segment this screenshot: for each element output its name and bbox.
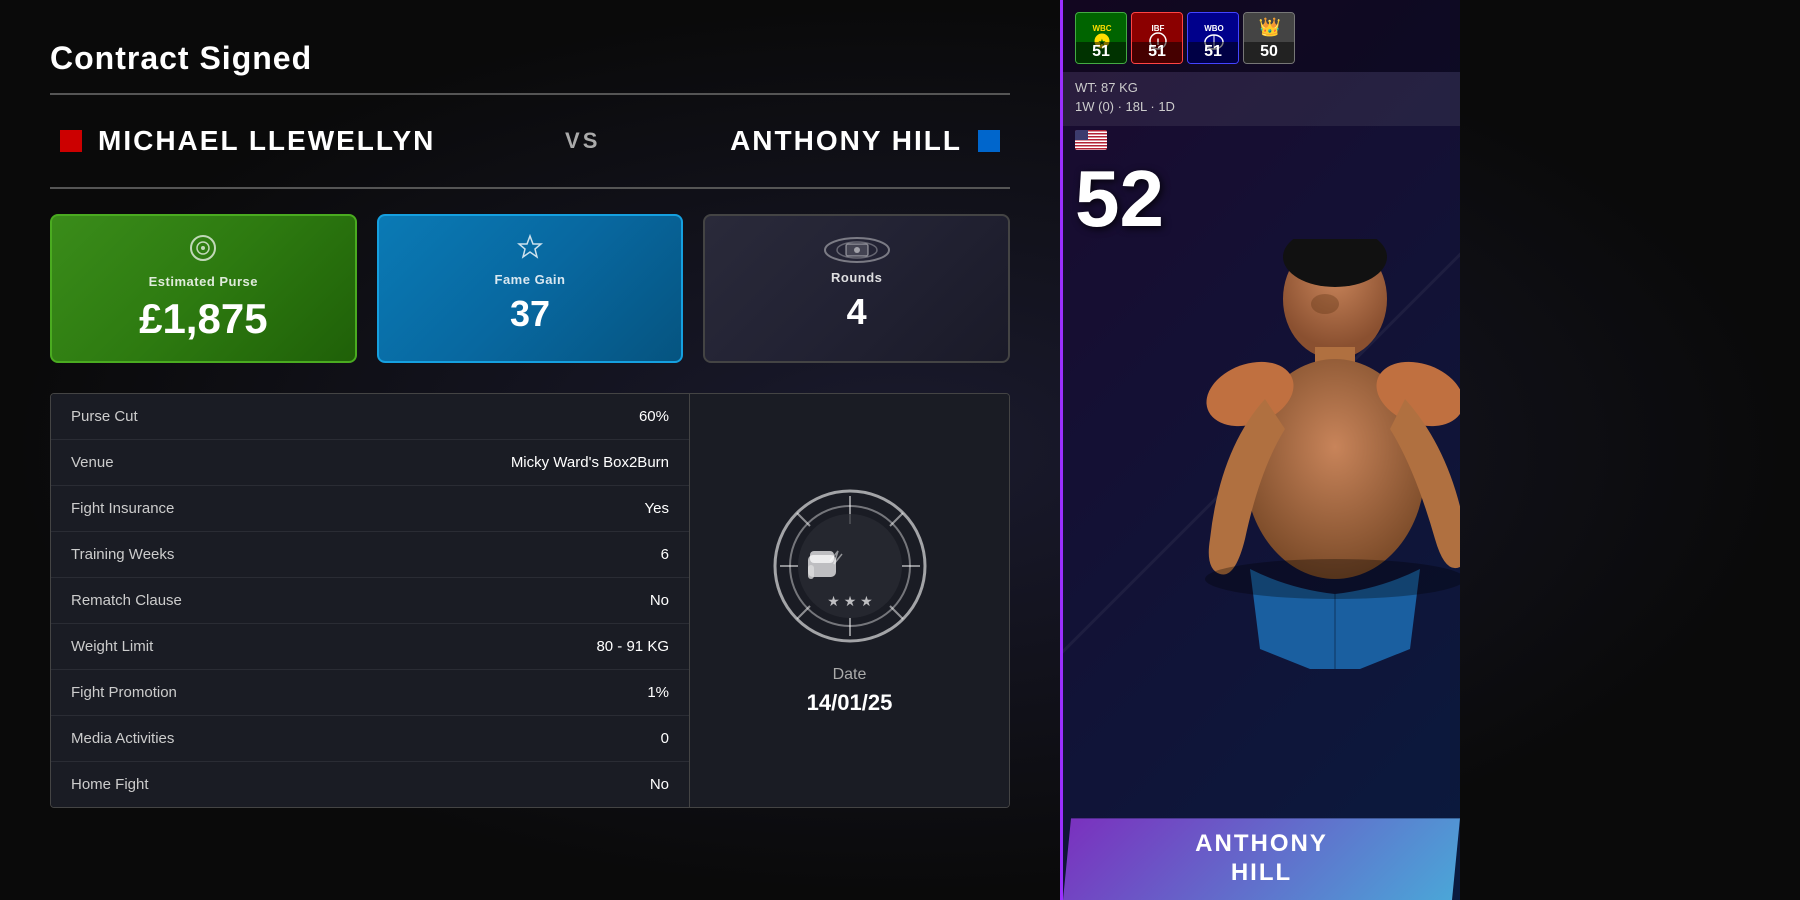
detail-row-media: Media Activities 0	[51, 716, 689, 762]
detail-label-training: Training Weeks	[71, 546, 174, 563]
card-badges: WBC ★ 51 IBF I 51	[1063, 0, 1460, 72]
rounds-label: Rounds	[725, 270, 988, 285]
detail-label-promotion: Fight Promotion	[71, 684, 177, 701]
detail-label-weight: Weight Limit	[71, 638, 153, 655]
purse-card: Estimated Purse £1,875	[50, 214, 357, 363]
page-title: Contract Signed	[50, 40, 1010, 77]
detail-row-insurance: Fight Insurance Yes	[51, 486, 689, 532]
details-table: Purse Cut 60% Venue Micky Ward's Box2Bur…	[51, 394, 689, 807]
fame-icon	[399, 234, 662, 266]
detail-value-weight: 80 - 91 KG	[596, 638, 669, 655]
fighter-name-banner: ANTHONY HILL	[1063, 818, 1460, 900]
detail-value-venue: Micky Ward's Box2Burn	[511, 454, 669, 471]
badge-ibf-number: 51	[1132, 42, 1182, 63]
badge-wbo: WBO 51	[1187, 12, 1239, 64]
detail-row-rematch: Rematch Clause No	[51, 578, 689, 624]
detail-label-rematch: Rematch Clause	[71, 592, 182, 609]
svg-text:WBC: WBC	[1092, 24, 1111, 33]
left-content: Contract Signed MICHAEL LLEWELLYN VS ANT…	[0, 0, 1060, 900]
red-corner-indicator	[60, 130, 82, 152]
svg-text:👑: 👑	[1259, 17, 1281, 37]
fighter1-name: MICHAEL LLEWELLYN	[98, 125, 435, 157]
fame-card: Fame Gain 37	[377, 214, 684, 363]
badge-ibf: IBF I 51	[1131, 12, 1183, 64]
fight-info-panel: ★ ★ ★ Date 14/01/25	[689, 394, 1009, 807]
badge-special: 👑 50	[1243, 12, 1295, 64]
detail-row-home: Home Fight No	[51, 762, 689, 807]
detail-value-insurance: Yes	[645, 500, 669, 517]
detail-label-insurance: Fight Insurance	[71, 500, 174, 517]
fighter1-indicator: MICHAEL LLEWELLYN	[60, 125, 435, 157]
fighter2-name: ANTHONY HILL	[730, 125, 962, 157]
fight-date-label: Date	[833, 666, 867, 684]
badge-wbo-number: 51	[1188, 42, 1238, 63]
svg-text:★ ★ ★: ★ ★ ★	[827, 593, 872, 609]
detail-value-rematch: No	[650, 592, 669, 609]
us-flag	[1075, 130, 1107, 150]
detail-label-venue: Venue	[71, 454, 114, 471]
main-container: Contract Signed MICHAEL LLEWELLYN VS ANT…	[0, 0, 1800, 900]
blue-corner-indicator	[978, 130, 1000, 152]
fighter-card-name: ANTHONY HILL	[1079, 830, 1444, 888]
fighter-silhouette	[1140, 239, 1460, 729]
purse-label: Estimated Purse	[72, 274, 335, 289]
detail-row-training: Training Weeks 6	[51, 532, 689, 578]
fighter2-indicator: ANTHONY HILL	[730, 125, 1000, 157]
detail-value-purse-cut: 60%	[639, 408, 669, 425]
badge-wbc-number: 51	[1076, 42, 1126, 63]
detail-row-purse-cut: Purse Cut 60%	[51, 394, 689, 440]
detail-row-weight: Weight Limit 80 - 91 KG	[51, 624, 689, 670]
fighter-card: WBC ★ 51 IBF I 51	[1060, 0, 1460, 900]
detail-value-home: No	[650, 776, 669, 793]
fame-label: Fame Gain	[399, 272, 662, 287]
fight-date-value: 14/01/25	[807, 690, 893, 716]
detail-row-venue: Venue Micky Ward's Box2Burn	[51, 440, 689, 486]
purse-value: £1,875	[72, 295, 335, 343]
svg-text:WBO: WBO	[1204, 24, 1224, 33]
detail-label-media: Media Activities	[71, 730, 174, 747]
detail-row-promotion: Fight Promotion 1%	[51, 670, 689, 716]
svg-text:IBF: IBF	[1152, 24, 1165, 33]
card-weight: WT: 87 KG	[1075, 80, 1448, 95]
badge-special-number: 50	[1244, 42, 1294, 63]
purse-icon	[72, 234, 335, 268]
card-stats-panel: WT: 87 KG 1W (0) · 18L · 1D	[1063, 72, 1460, 126]
detail-label-home: Home Fight	[71, 776, 149, 793]
fighter-image-area: ANTHONY HILL	[1063, 239, 1460, 900]
title-divider	[50, 93, 1010, 95]
card-record: 1W (0) · 18L · 1D	[1075, 99, 1448, 114]
details-section: Purse Cut 60% Venue Micky Ward's Box2Bur…	[50, 393, 1010, 808]
card-inner: WBC ★ 51 IBF I 51	[1063, 0, 1460, 900]
detail-value-training: 6	[661, 546, 669, 563]
rounds-belt-icon	[725, 234, 988, 266]
matchup-row: MICHAEL LLEWELLYN VS ANTHONY HILL	[50, 125, 1010, 157]
rounds-value: 4	[725, 291, 988, 333]
stats-cards: Estimated Purse £1,875 Fame Gain 37	[50, 214, 1010, 363]
card-rating: 52	[1063, 159, 1460, 239]
badge-wbc: WBC ★ 51	[1075, 12, 1127, 64]
fame-value: 37	[399, 293, 662, 335]
detail-label-purse-cut: Purse Cut	[71, 408, 138, 425]
detail-value-media: 0	[661, 730, 669, 747]
vs-text: VS	[565, 128, 600, 154]
rounds-card: Rounds 4	[703, 214, 1010, 363]
detail-value-promotion: 1%	[647, 684, 669, 701]
matchup-divider	[50, 187, 1010, 189]
fight-logo: ★ ★ ★	[770, 486, 930, 646]
